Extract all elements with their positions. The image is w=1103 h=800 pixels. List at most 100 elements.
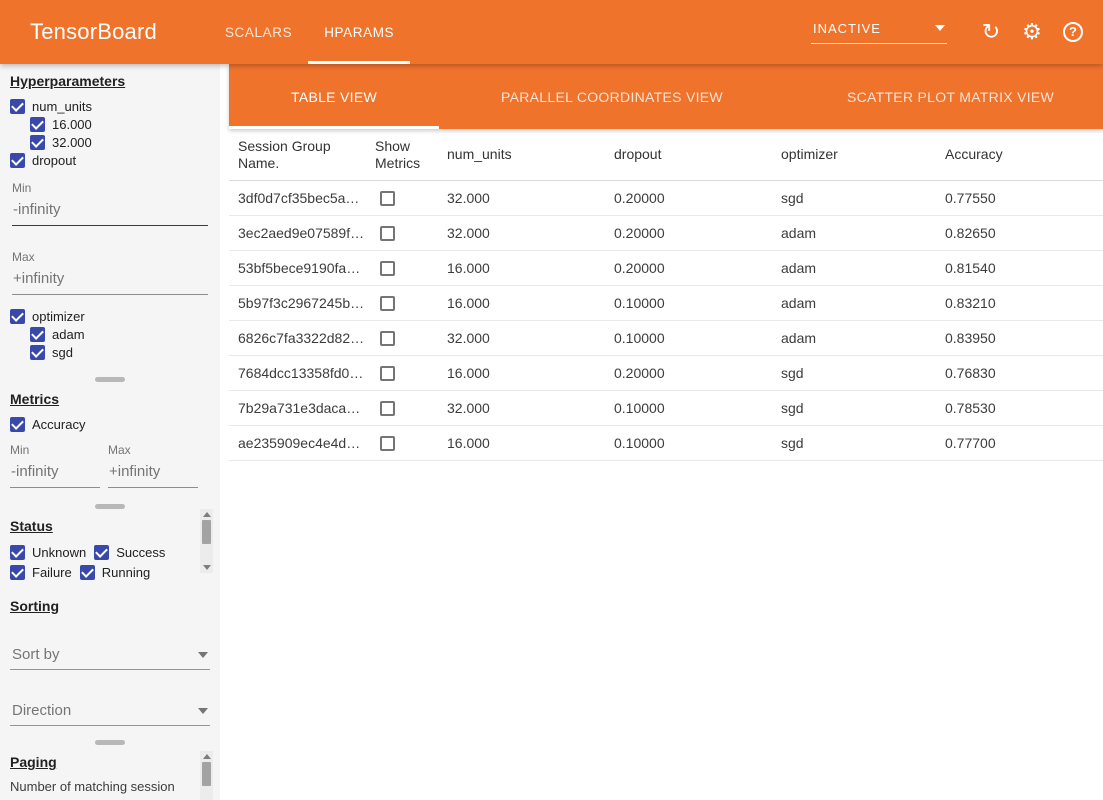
filter-optimizer-adam[interactable]: adam — [30, 325, 210, 343]
col-num-units: num_units — [447, 146, 614, 163]
max-label: Max — [12, 250, 208, 264]
filter-status-success[interactable]: Success — [94, 543, 165, 561]
checkbox-icon — [10, 99, 25, 114]
num-units-value: 32.000 — [447, 330, 614, 346]
paging-section: Paging Number of matching session groups… — [0, 745, 220, 800]
tab-parallel-coordinates-view[interactable]: PARALLEL COORDINATES VIEW — [439, 64, 785, 129]
dropout-value: 0.10000 — [614, 435, 781, 451]
table-row: ae235909ec4e4d… 16.000 0.10000 sgd 0.777… — [229, 426, 1103, 461]
session-group-name: ae235909ec4e4d… — [238, 435, 375, 451]
sort-by-select[interactable]: Sort by — [10, 646, 210, 670]
table-row: 3df0d7cf35bec5a… 32.000 0.20000 sgd 0.77… — [229, 181, 1103, 216]
hyperparameters-heading: Hyperparameters — [10, 73, 210, 89]
show-metrics-checkbox[interactable] — [380, 331, 395, 346]
filter-optimizer[interactable]: optimizer — [10, 307, 210, 325]
show-metrics-checkbox[interactable] — [380, 401, 395, 416]
checkbox-icon — [30, 117, 45, 132]
checkbox-label: Success — [116, 545, 165, 560]
checkbox-label: Failure — [32, 565, 72, 580]
filter-status-failure[interactable]: Failure — [10, 563, 72, 581]
reload-icon[interactable]: ↻ — [978, 19, 1004, 45]
hparams-sidebar: Hyperparameters num_units 16.000 32.000 … — [0, 64, 220, 800]
hparams-main: TABLE VIEW PARALLEL COORDINATES VIEW SCA… — [229, 64, 1103, 800]
checkbox-label: num_units — [32, 99, 92, 114]
max-label: Max — [108, 443, 198, 457]
dropout-value: 0.20000 — [614, 225, 781, 241]
show-metrics-checkbox[interactable] — [380, 261, 395, 276]
dropout-max-input[interactable] — [12, 269, 208, 295]
table-row: 53bf5bece9190fa… 16.000 0.20000 adam 0.8… — [229, 251, 1103, 286]
sorting-section: Sorting Sort by Direction — [0, 582, 220, 745]
optimizer-value: adam — [781, 330, 945, 346]
tab-scatter-plot-matrix-view[interactable]: SCATTER PLOT MATRIX VIEW — [785, 64, 1103, 129]
show-metrics-checkbox[interactable] — [380, 366, 395, 381]
main-nav: SCALARS HPARAMS — [209, 0, 410, 64]
nav-tab-scalars[interactable]: SCALARS — [209, 0, 308, 64]
table-row: 6826c7fa3322d82… 32.000 0.10000 adam 0.8… — [229, 321, 1103, 356]
filter-accuracy[interactable]: Accuracy — [10, 415, 210, 433]
optimizer-value: adam — [781, 295, 945, 311]
num-units-value: 32.000 — [447, 225, 614, 241]
num-units-value: 16.000 — [447, 295, 614, 311]
scrollbar-thumb[interactable] — [202, 762, 211, 786]
run-status-value: INACTIVE — [813, 21, 881, 36]
dropout-value: 0.10000 — [614, 295, 781, 311]
checkbox-label: optimizer — [32, 309, 85, 324]
paging-scrollbar[interactable] — [200, 751, 213, 800]
col-dropout: dropout — [614, 146, 781, 163]
checkbox-icon — [10, 417, 25, 432]
col-optimizer: optimizer — [781, 146, 945, 163]
status-scrollbar[interactable] — [200, 509, 213, 573]
status-filter-list: Unknown Success Failure Running — [10, 542, 190, 582]
filter-status-unknown[interactable]: Unknown — [10, 543, 86, 561]
tab-table-view[interactable]: TABLE VIEW — [229, 64, 439, 129]
scroll-down-icon[interactable] — [203, 565, 211, 570]
nav-tab-hparams[interactable]: HPARAMS — [308, 0, 410, 64]
dropout-value: 0.20000 — [614, 190, 781, 206]
accuracy-value: 0.81540 — [945, 260, 1103, 276]
show-metrics-checkbox[interactable] — [380, 436, 395, 451]
direction-select[interactable]: Direction — [10, 702, 210, 726]
session-group-name: 7684dcc13358fd0… — [238, 365, 375, 381]
dropout-value: 0.10000 — [614, 330, 781, 346]
filter-dropout[interactable]: dropout — [10, 151, 210, 169]
checkbox-label: sgd — [52, 345, 73, 360]
table-header: Session Group Name. Show Metrics num_uni… — [229, 129, 1103, 181]
accuracy-value: 0.77550 — [945, 190, 1103, 206]
filter-num-units[interactable]: num_units — [10, 97, 210, 115]
chevron-down-icon — [198, 708, 208, 714]
show-metrics-checkbox[interactable] — [380, 296, 395, 311]
num-units-value: 16.000 — [447, 435, 614, 451]
filter-status-running[interactable]: Running — [80, 563, 150, 581]
run-status-select[interactable]: INACTIVE — [811, 21, 947, 44]
sort-by-value: Sort by — [12, 646, 60, 663]
chevron-down-icon — [935, 25, 945, 31]
toolbar-right-group: INACTIVE ↻ ⚙ ? — [811, 19, 1103, 45]
checkbox-label: Running — [102, 565, 150, 580]
accuracy-value: 0.83210 — [945, 295, 1103, 311]
table-row: 5b97f3c2967245b… 16.000 0.10000 adam 0.8… — [229, 286, 1103, 321]
scrollbar-thumb[interactable] — [202, 520, 211, 544]
metric-min-input[interactable] — [10, 462, 100, 488]
filter-num-units-32[interactable]: 32.000 — [30, 133, 210, 151]
filter-num-units-16[interactable]: 16.000 — [30, 115, 210, 133]
checkbox-icon — [10, 153, 25, 168]
scroll-up-icon[interactable] — [203, 512, 211, 517]
num-units-value: 32.000 — [447, 190, 614, 206]
show-metrics-checkbox[interactable] — [380, 226, 395, 241]
dropout-min-input[interactable] — [12, 200, 208, 226]
col-session-group-name: Session Group Name. — [238, 138, 375, 172]
filter-optimizer-sgd[interactable]: sgd — [30, 343, 210, 361]
show-metrics-checkbox[interactable] — [380, 191, 395, 206]
dropout-value: 0.20000 — [614, 365, 781, 381]
settings-gear-icon[interactable]: ⚙ — [1019, 19, 1045, 45]
checkbox-icon — [80, 565, 95, 580]
session-group-name: 6826c7fa3322d82… — [238, 330, 375, 346]
metric-max-input[interactable] — [108, 462, 198, 488]
help-icon[interactable]: ? — [1063, 22, 1083, 42]
scroll-up-icon[interactable] — [203, 754, 211, 759]
col-show-metrics: Show Metrics — [375, 138, 447, 172]
dropout-min-field: Min — [12, 181, 208, 226]
checkbox-label: dropout — [32, 153, 76, 168]
status-section: Status Unknown Success Failure Running — [0, 509, 220, 582]
